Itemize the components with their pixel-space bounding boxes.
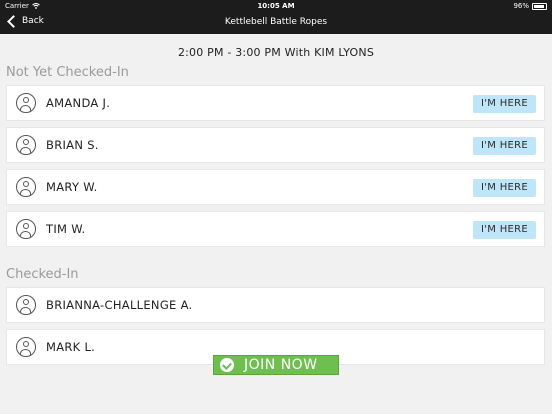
battery-icon bbox=[532, 2, 547, 10]
section-header-not-checked-in: Not Yet Checked-In bbox=[6, 65, 129, 80]
im-here-button[interactable]: I'M HERE bbox=[473, 221, 536, 239]
status-bar: Carrier 10:05 AM 96% bbox=[0, 0, 552, 12]
list-item: BRIAN S. I'M HERE bbox=[6, 127, 545, 163]
member-name: MARK L. bbox=[46, 340, 96, 354]
battery-percent: 96% bbox=[513, 2, 529, 10]
list-item: TIM W. I'M HERE bbox=[6, 211, 545, 247]
im-here-button[interactable]: I'M HERE bbox=[473, 137, 536, 155]
im-here-button[interactable]: I'M HERE bbox=[473, 179, 536, 197]
member-name: BRIANNA-CHALLENGE A. bbox=[46, 298, 193, 312]
list-item: BRIANNA-CHALLENGE A. bbox=[6, 287, 545, 323]
user-avatar-icon bbox=[16, 135, 36, 155]
join-now-button[interactable]: JOIN NOW bbox=[213, 355, 339, 375]
check-circle-icon-wrap bbox=[214, 356, 240, 374]
user-avatar-icon bbox=[16, 337, 36, 357]
im-here-button[interactable]: I'M HERE bbox=[473, 95, 536, 113]
check-circle-icon bbox=[220, 358, 234, 372]
user-avatar-icon bbox=[16, 177, 36, 197]
status-time: 10:05 AM bbox=[257, 2, 295, 10]
navigation-bar: Back Kettlebell Battle Ropes bbox=[0, 12, 552, 34]
list-item: AMANDA J. I'M HERE bbox=[6, 85, 545, 121]
member-name: MARY W. bbox=[46, 180, 98, 194]
section-header-checked-in: Checked-In bbox=[6, 267, 79, 282]
user-avatar-icon bbox=[16, 93, 36, 113]
join-now-label: JOIN NOW bbox=[244, 357, 318, 373]
page-title: Kettlebell Battle Ropes bbox=[224, 17, 328, 27]
list-item: MARY W. I'M HERE bbox=[6, 169, 545, 205]
user-avatar-icon bbox=[16, 295, 36, 315]
member-name: BRIAN S. bbox=[46, 138, 99, 152]
user-avatar-icon bbox=[16, 219, 36, 239]
battery-group: 96% bbox=[513, 2, 547, 10]
member-name: AMANDA J. bbox=[46, 96, 111, 110]
member-name: TIM W. bbox=[46, 222, 86, 236]
session-info: 2:00 PM - 3:00 PM With KIM LYONS bbox=[177, 46, 375, 59]
